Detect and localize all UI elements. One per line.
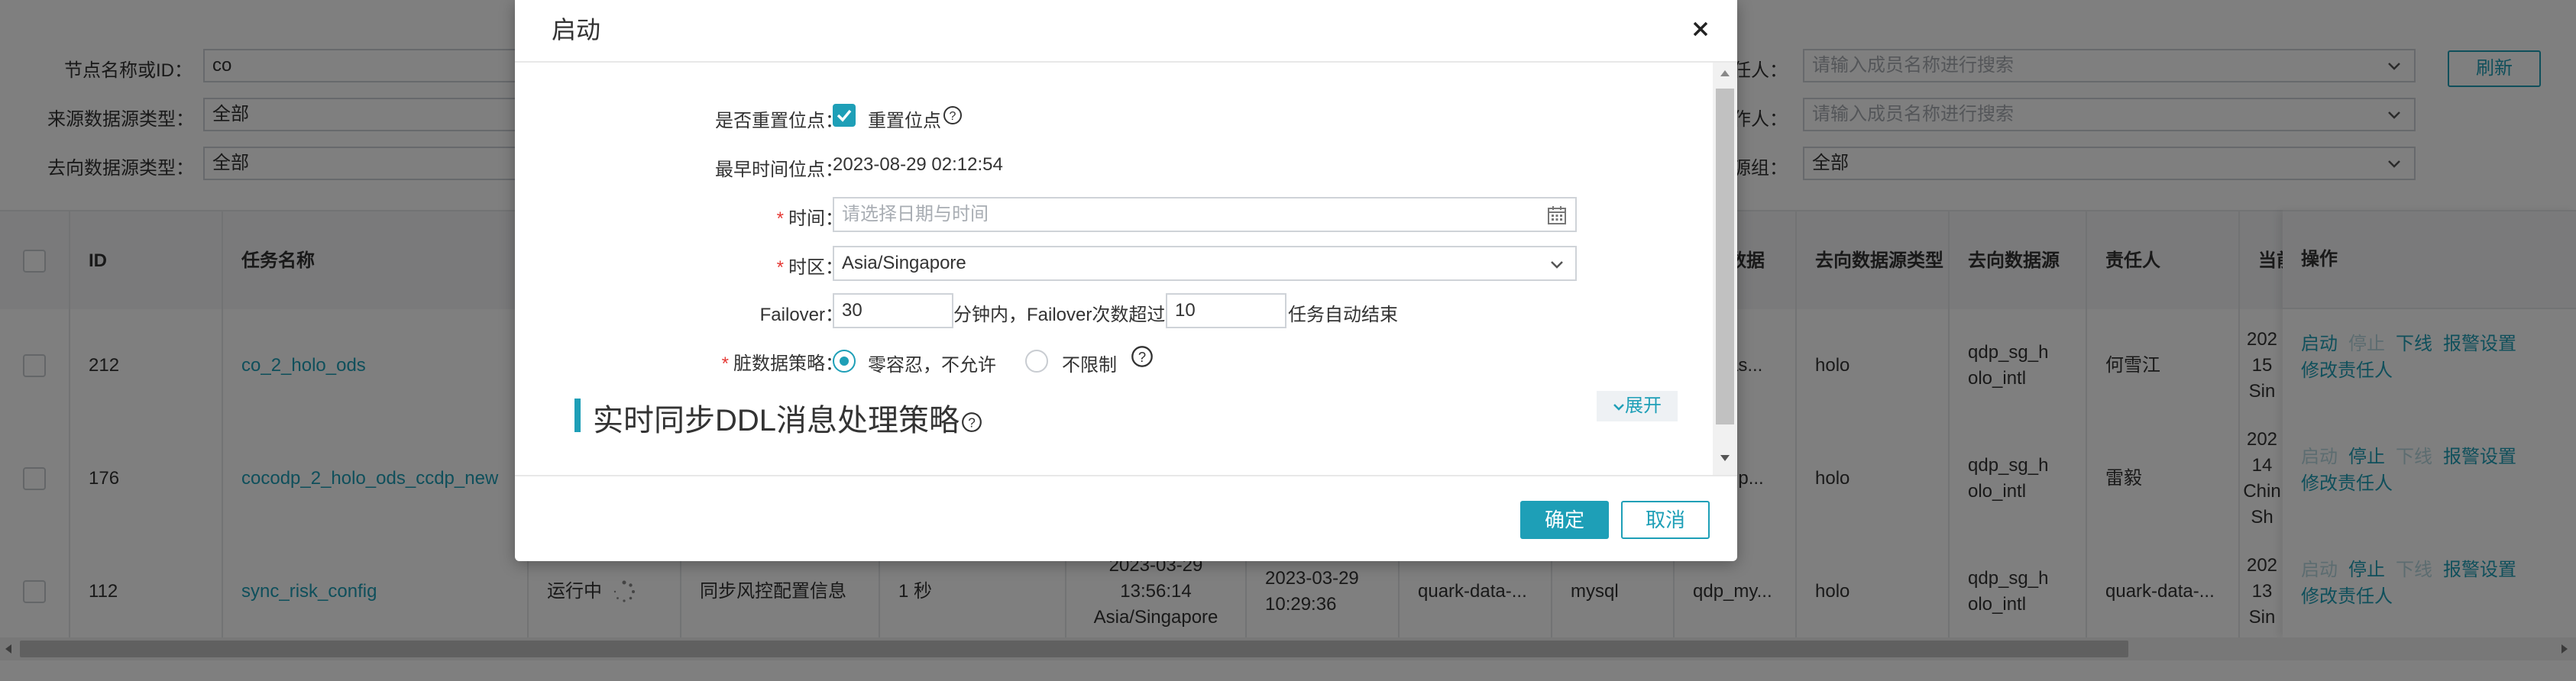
start-dialog: 启动 是否重置位点： 重置位点 ? 最早时间位点： 2023-08-29 02:… [515, 0, 1737, 561]
dirty-data-label-text: 脏数据策略： [733, 353, 843, 374]
chevron-down-icon [1613, 403, 1624, 411]
section-accent-bar [574, 399, 581, 432]
failover-text-1: 分钟内，Failover次数超过 [953, 305, 1166, 325]
time-picker-input[interactable]: 请选择日期与时间 [833, 197, 1577, 232]
time-label: * 时间： [515, 203, 843, 230]
failover-label: Failover： [759, 305, 843, 325]
dialog-scrollbar[interactable] [1713, 63, 1737, 475]
timezone-value: Asia/Singapore [842, 253, 966, 273]
earliest-label: 最早时间位点： [715, 160, 843, 180]
help-icon[interactable]: ? [943, 105, 963, 125]
expand-label: 展开 [1625, 395, 1662, 416]
dirty-option-1-label: 零容忍，不允许 [868, 355, 996, 376]
dirty-zero-tolerance-radio[interactable] [833, 350, 856, 373]
required-mark: * [776, 208, 784, 229]
ddl-section-title: 实时同步DDL消息处理策略? [593, 395, 982, 440]
expand-toggle[interactable]: 展开 [1597, 391, 1678, 421]
dirty-unlimited-radio[interactable] [1025, 350, 1048, 373]
dialog-header: 启动 [515, 0, 1737, 63]
reset-label: 是否重置位点： [715, 111, 843, 131]
time-placeholder: 请选择日期与时间 [842, 204, 989, 224]
check-icon [837, 109, 852, 122]
chevron-down-icon [1551, 261, 1563, 269]
tz-label: * 时区： [515, 252, 843, 279]
earliest-value: 2023-08-29 02:12:54 [833, 154, 1003, 175]
svg-text:?: ? [968, 415, 976, 431]
dialog-body: 是否重置位点： 重置位点 ? 最早时间位点： 2023-08-29 02:12:… [515, 63, 1713, 475]
help-icon[interactable]: ? [1131, 345, 1154, 368]
svg-text:?: ? [950, 110, 956, 123]
scroll-down-icon[interactable] [1719, 453, 1731, 463]
calendar-icon [1548, 206, 1566, 224]
close-icon[interactable] [1687, 15, 1714, 43]
dialog-scroll-thumb[interactable] [1716, 89, 1734, 424]
dirty-data-label: * 脏数据策略： [515, 348, 843, 375]
cancel-button[interactable]: 取消 [1621, 501, 1710, 539]
ddl-section-title-text: 实时同步DDL消息处理策略 [593, 404, 960, 437]
failover-minutes-input[interactable]: 30 [833, 293, 953, 328]
svg-text:?: ? [1138, 349, 1146, 365]
required-mark: * [721, 353, 729, 374]
dialog-title: 启动 [552, 16, 601, 44]
failover-count-input[interactable]: 10 [1166, 293, 1286, 328]
confirm-button[interactable]: 确定 [1520, 501, 1609, 539]
dialog-footer: 确定 取消 [515, 475, 1737, 561]
failover-text-2: 任务自动结束 [1288, 305, 1398, 325]
timezone-select[interactable]: Asia/Singapore [833, 246, 1577, 281]
scroll-up-icon[interactable] [1719, 69, 1731, 78]
help-icon[interactable]: ? [961, 412, 982, 433]
dirty-option-2-label: 不限制 [1062, 355, 1117, 376]
reset-checkbox[interactable] [833, 104, 856, 127]
required-mark: * [776, 257, 784, 278]
reset-checkbox-label: 重置位点 [868, 111, 941, 131]
